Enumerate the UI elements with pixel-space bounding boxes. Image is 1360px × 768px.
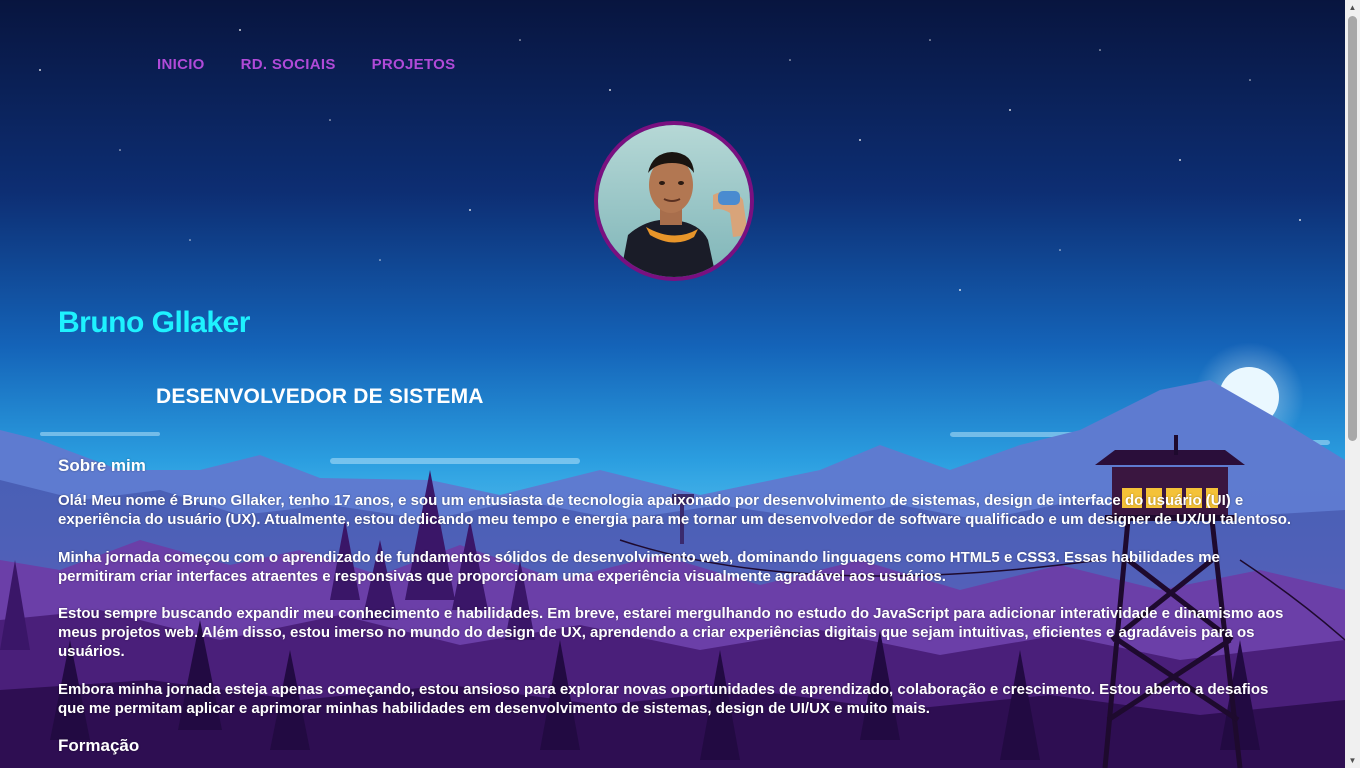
vertical-scrollbar[interactable]: ▲ ▼ (1345, 0, 1360, 768)
top-nav: INICIO RD. SOCIAIS PROJETOS (157, 56, 455, 73)
about-heading: Sobre mim (58, 456, 146, 475)
nav-projetos-link[interactable]: PROJETOS (372, 56, 456, 73)
profile-role: DESENVOLVEDOR DE SISTEMA (156, 385, 484, 408)
triangle-down-icon[interactable]: ▼ (1345, 753, 1360, 768)
about-paragraph: Olá! Meu nome é Bruno Gllaker, tenho 17 … (58, 492, 1292, 529)
avatar (594, 121, 754, 281)
page: INICIO RD. SOCIAIS PROJETOS Bruno Gllake… (0, 0, 1345, 768)
about-paragraph: Estou sempre buscando expandir meu conhe… (58, 605, 1284, 661)
triangle-up-icon[interactable]: ▲ (1345, 0, 1360, 15)
about-section: Sobre mim Olá! Meu nome é Bruno Gllaker,… (58, 456, 1293, 755)
profile-name: Bruno Gllaker (58, 306, 250, 339)
nav-redes-sociais-link[interactable]: RD. SOCIAIS (241, 56, 336, 73)
about-paragraph: Embora minha jornada esteja apenas começ… (58, 680, 1269, 717)
nav-inicio-link[interactable]: INICIO (157, 56, 205, 73)
formacao-heading: Formação (58, 736, 140, 756)
scrollbar-thumb[interactable] (1348, 16, 1357, 441)
about-paragraph: Minha jornada começou com o aprendizado … (58, 548, 1220, 585)
